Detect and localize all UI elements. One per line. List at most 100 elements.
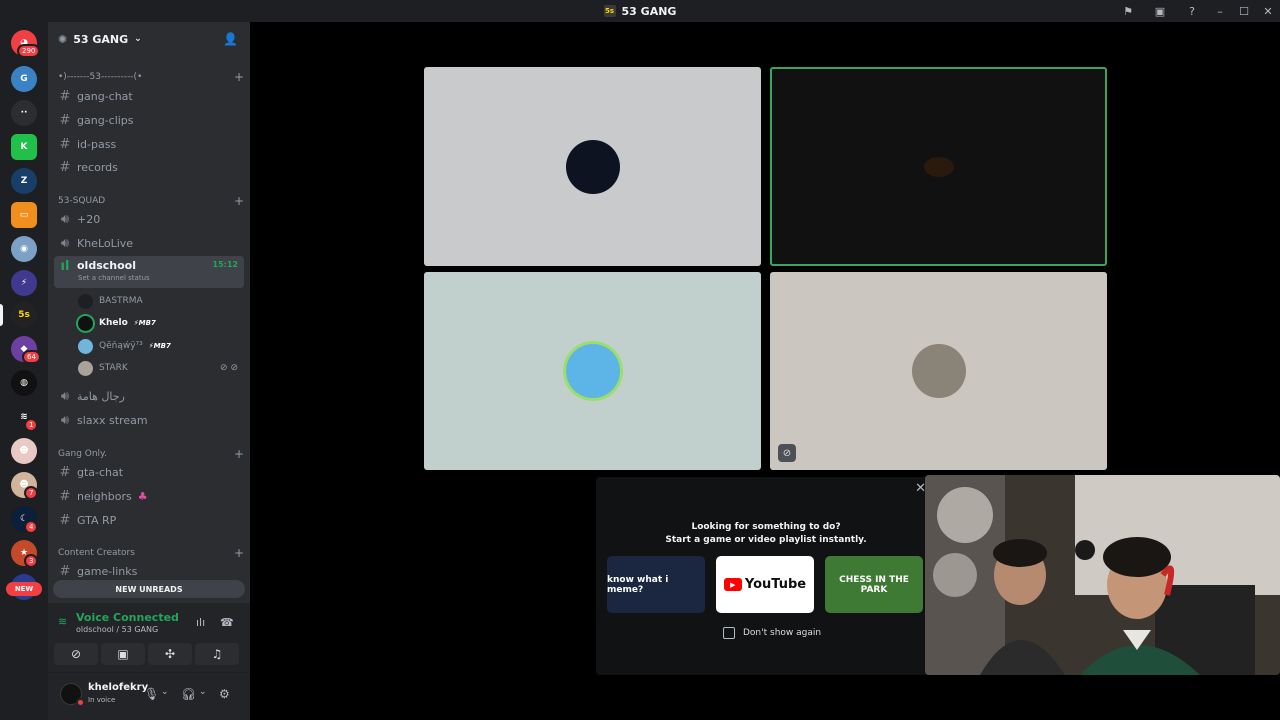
voice-user-tag: ⚡MB7 xyxy=(133,319,156,327)
add-channel-icon[interactable]: + xyxy=(234,70,244,84)
server-status-icon: ✺ xyxy=(58,32,68,46)
category-content[interactable]: Content Creators + xyxy=(58,546,244,560)
voice-channel-plus20[interactable]: 🔊︎ +20 xyxy=(54,208,244,230)
server-folder-icon[interactable]: ·· xyxy=(11,100,37,126)
minimize-icon[interactable]: – xyxy=(1208,0,1232,22)
category-top[interactable]: •)-------53----------(• + xyxy=(58,70,244,84)
server-header[interactable]: ✺ 53 GANG ⌄ 👤 xyxy=(48,22,250,56)
user-status: In voice xyxy=(88,696,116,704)
voice-channel-rgal[interactable]: 🔊︎ رجال هامة xyxy=(54,385,244,407)
channel-label: KheLoLive xyxy=(77,236,134,250)
channel-neighbors[interactable]: # neighbors ♣ xyxy=(54,485,244,507)
speaker-icon: 🔊︎ xyxy=(60,235,70,251)
chevron-down-icon[interactable]: ⌄ xyxy=(199,687,207,697)
dont-show-again[interactable]: Don't show again xyxy=(723,627,821,639)
channel-records[interactable]: # records xyxy=(54,156,244,178)
add-channel-icon[interactable]: + xyxy=(234,194,244,208)
chevron-down-icon: ⌄ xyxy=(134,34,142,44)
channel-gang-clips[interactable]: # gang-clips xyxy=(54,109,244,131)
channel-game-links[interactable]: # game-links xyxy=(54,560,244,582)
signal-icon[interactable]: ≋ xyxy=(58,615,67,628)
server-icon[interactable]: Z xyxy=(11,168,37,194)
channel-label: GTA RP xyxy=(77,513,117,527)
webcam-scene xyxy=(925,475,1280,675)
voice-user[interactable]: Khelo ⚡MB7 xyxy=(78,313,244,333)
channel-label: slaxx stream xyxy=(77,413,148,427)
hash-icon: # xyxy=(59,563,71,579)
server-badge: 64 xyxy=(22,350,41,364)
voice-user[interactable]: STARK ⊘ ⊘ xyxy=(78,358,244,378)
voice-connection-panel: ≋ Voice Connected oldschool / 53 GANG ıl… xyxy=(48,603,250,673)
voice-user[interactable]: BASTRMA xyxy=(78,291,244,311)
activity-prompt: Looking for something to do? Start a gam… xyxy=(596,521,936,547)
channel-label: oldschool xyxy=(77,259,136,272)
activity-card-label: know what i meme? xyxy=(607,574,669,595)
participant-tile[interactable]: ⊘ xyxy=(770,272,1107,470)
server-icon[interactable]: ⚡ xyxy=(11,270,37,296)
checkbox[interactable] xyxy=(723,627,735,639)
screen-icon[interactable]: ▣ xyxy=(1144,0,1176,22)
headphones-icon[interactable]: 🎧︎ xyxy=(181,687,196,701)
server-icon[interactable]: ▭ xyxy=(11,202,37,228)
soundboard-button[interactable]: ♫ xyxy=(195,643,239,665)
chevron-down-icon[interactable]: ⌄ xyxy=(161,687,169,697)
channel-gta-chat[interactable]: # gta-chat xyxy=(54,461,244,483)
voice-connected-title[interactable]: Voice Connected xyxy=(76,611,179,624)
camera-off-button[interactable]: ⊘ xyxy=(54,643,98,665)
noise-suppression-icon[interactable]: ılı xyxy=(196,616,205,629)
channel-label: +20 xyxy=(77,212,101,226)
new-unreads-pill[interactable]: NEW xyxy=(6,582,42,596)
server-mini-icon: 5s xyxy=(603,5,616,17)
user-panel: khelofekry In voice 🎙︎ ⌄ 🎧︎ ⌄ ⚙ xyxy=(48,673,250,720)
channel-id-pass[interactable]: # id-pass xyxy=(54,133,244,155)
disconnect-icon[interactable]: ☎ xyxy=(220,616,234,629)
activity-card-chess[interactable]: CHESS IN THE PARK xyxy=(825,556,923,613)
participant-tile[interactable] xyxy=(424,67,761,266)
add-channel-icon[interactable]: + xyxy=(234,447,244,461)
participant-tile-speaking[interactable] xyxy=(770,67,1107,266)
title-bar: 5s 53 GANG ⚑ ▣ ? – ☐ ✕ xyxy=(0,0,1280,22)
settings-gear-icon[interactable]: ⚙ xyxy=(219,687,230,701)
home-badge: 290 xyxy=(17,44,41,58)
category-gang-only[interactable]: Gang Only. + xyxy=(58,447,244,461)
add-channel-icon[interactable]: + xyxy=(234,546,244,560)
participant-tile[interactable] xyxy=(424,272,761,470)
window-title-text: 53 GANG xyxy=(621,4,677,18)
channel-status[interactable]: Set a channel status xyxy=(78,274,150,282)
screen-share-button[interactable]: ▣ xyxy=(101,643,145,665)
voice-channel-oldschool[interactable]: ıl oldschool 15:12 Set a channel status xyxy=(54,256,244,288)
voice-channel-path[interactable]: oldschool / 53 GANG xyxy=(76,625,158,634)
server-rail: ◕ 290 G ·· K Z ▭ ◉ ⚡ 5s ◆ 64 ◍ ≋ 1 ☻ ☻ 7… xyxy=(0,22,48,720)
dont-show-label: Don't show again xyxy=(743,628,822,638)
inbox-icon[interactable]: ⚑ xyxy=(1112,0,1144,22)
server-icon[interactable]: ◍ xyxy=(11,370,37,396)
server-icon[interactable]: K xyxy=(11,134,37,160)
channel-label: neighbors xyxy=(77,489,132,503)
voice-channel-khelolive[interactable]: 🔊︎ KheLoLive xyxy=(54,232,244,254)
add-user-icon[interactable]: 👤 xyxy=(223,32,238,46)
voice-channel-gta-rp[interactable]: # GTA RP xyxy=(54,509,244,531)
speaker-icon: 🔊︎ xyxy=(60,412,70,428)
voice-user[interactable]: Qẽňąẃÿ⁷³ ⚡MB7 xyxy=(78,336,244,356)
channel-gang-chat[interactable]: # gang-chat xyxy=(54,85,244,107)
activity-card-meme[interactable]: know what i meme? xyxy=(607,556,705,613)
close-window-icon[interactable]: ✕ xyxy=(1256,0,1280,22)
category-label: 53-SQUAD xyxy=(58,196,106,206)
channel-label: رجال هامة xyxy=(77,389,125,403)
microphone-icon[interactable]: 🎙︎ xyxy=(144,687,159,701)
username[interactable]: khelofekry xyxy=(88,682,148,693)
new-unreads-bar[interactable]: NEW UNREADS xyxy=(53,580,245,598)
help-icon[interactable]: ? xyxy=(1176,0,1208,22)
server-icon[interactable]: ◉ xyxy=(11,236,37,262)
channel-label: gta-chat xyxy=(77,465,124,479)
channel-label: game-links xyxy=(77,564,138,578)
category-squad[interactable]: 53-SQUAD + xyxy=(58,194,244,208)
activity-card-youtube[interactable]: ▶ YouTube xyxy=(716,556,814,613)
server-icon[interactable]: G xyxy=(11,66,37,92)
avatar xyxy=(78,293,93,309)
server-icon[interactable]: ☻ xyxy=(11,438,37,464)
server-53-icon[interactable]: 5s xyxy=(11,302,37,328)
maximize-icon[interactable]: ☐ xyxy=(1232,0,1256,22)
voice-channel-slaxx[interactable]: 🔊︎ slaxx stream xyxy=(54,409,244,431)
activities-button[interactable]: ✣ xyxy=(148,643,192,665)
